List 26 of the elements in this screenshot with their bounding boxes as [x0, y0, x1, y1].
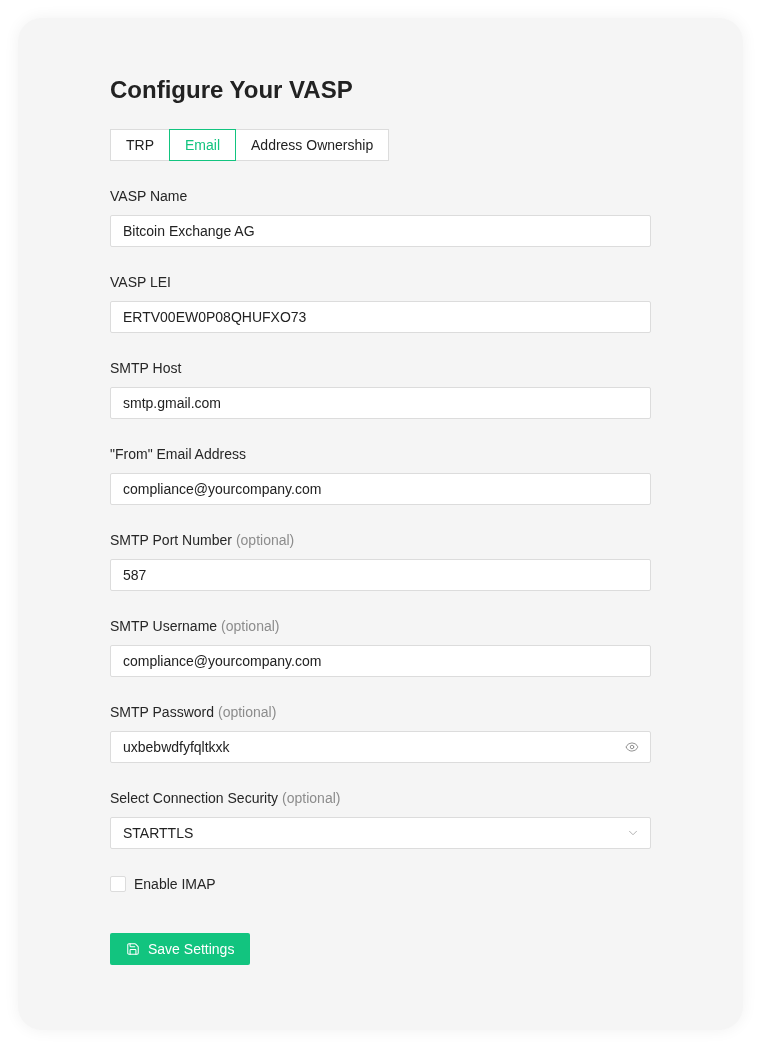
tab[interactable]: TRP	[110, 129, 170, 161]
input-field[interactable]: compliance@yourcompany.com	[110, 473, 651, 505]
field-label: SMTP Port Number	[110, 532, 232, 548]
field-label: "From" Email Address	[110, 446, 246, 462]
optional-hint: (optional)	[221, 618, 280, 634]
input-field[interactable]: compliance@yourcompany.com	[110, 645, 651, 677]
page-title: Configure Your VASP	[110, 75, 354, 105]
input-field[interactable]: ERTV00EW0P08QHUFXO73	[110, 301, 651, 333]
checkbox-label: Enable IMAP	[134, 874, 216, 894]
eye-icon[interactable]	[625, 740, 639, 754]
field-label: SMTP Password	[110, 704, 214, 720]
field-label: VASP Name	[110, 188, 188, 204]
input-field[interactable]: 587	[110, 559, 651, 591]
password-field[interactable]: uxbebwdfyfqltkxk	[110, 731, 651, 763]
optional-hint: (optional)	[282, 790, 341, 806]
checkbox[interactable]	[110, 876, 126, 892]
field-label: SMTP Host	[110, 360, 182, 376]
field-label: SMTP Username	[110, 618, 218, 634]
select-field[interactable]: STARTTLS	[110, 817, 651, 849]
input-field[interactable]: Bitcoin Exchange AG	[110, 215, 651, 247]
field-label: Select Connection Security	[110, 790, 279, 806]
field-label: VASP LEI	[110, 274, 171, 290]
tab[interactable]: Address Ownership	[235, 129, 390, 161]
input-field[interactable]: smtp.gmail.com	[110, 387, 651, 419]
optional-hint: (optional)	[235, 532, 295, 548]
optional-hint: (optional)	[218, 704, 277, 720]
